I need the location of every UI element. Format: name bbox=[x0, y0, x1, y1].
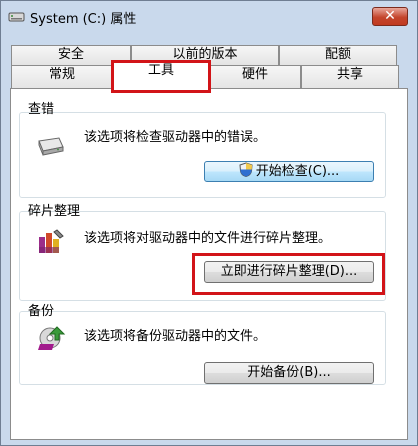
start-check-label: 开始检查(C)... bbox=[255, 164, 340, 179]
defrag-description: 该选项将对驱动器中的文件进行碎片整理。 bbox=[84, 231, 332, 246]
start-backup-button[interactable]: 开始备份(B)... bbox=[204, 362, 374, 384]
backup-description: 该选项将备份驱动器中的文件。 bbox=[84, 329, 267, 344]
backup-title: 备份 bbox=[28, 304, 55, 319]
error-check-description: 该选项将检查驱动器中的错误。 bbox=[84, 130, 267, 145]
hard-drive-icon bbox=[38, 137, 64, 156]
tab-sharing[interactable]: 共享 bbox=[301, 65, 399, 89]
uac-shield-icon bbox=[239, 162, 253, 177]
tab-quota[interactable]: 配额 bbox=[279, 45, 397, 65]
defrag-title: 碎片整理 bbox=[28, 204, 81, 219]
tab-annotation-box bbox=[111, 60, 211, 93]
error-check-title: 查错 bbox=[28, 102, 55, 117]
backup-icon bbox=[38, 326, 66, 350]
tab-general[interactable]: 常规 bbox=[11, 65, 113, 89]
tab-hardware[interactable]: 硬件 bbox=[209, 65, 301, 89]
start-check-button[interactable]: 开始检查(C)... bbox=[204, 161, 374, 182]
defrag-icon bbox=[39, 229, 64, 253]
tab-strip: 安全 以前的版本 配额 常规 工具 硬件 共享 bbox=[1, 1, 417, 93]
error-check-group bbox=[19, 112, 386, 198]
button-annotation-box bbox=[192, 253, 385, 295]
properties-window: System (C:) 属性 ✕ 安全 以前的版本 配额 常规 工具 硬件 共享… bbox=[0, 0, 418, 446]
